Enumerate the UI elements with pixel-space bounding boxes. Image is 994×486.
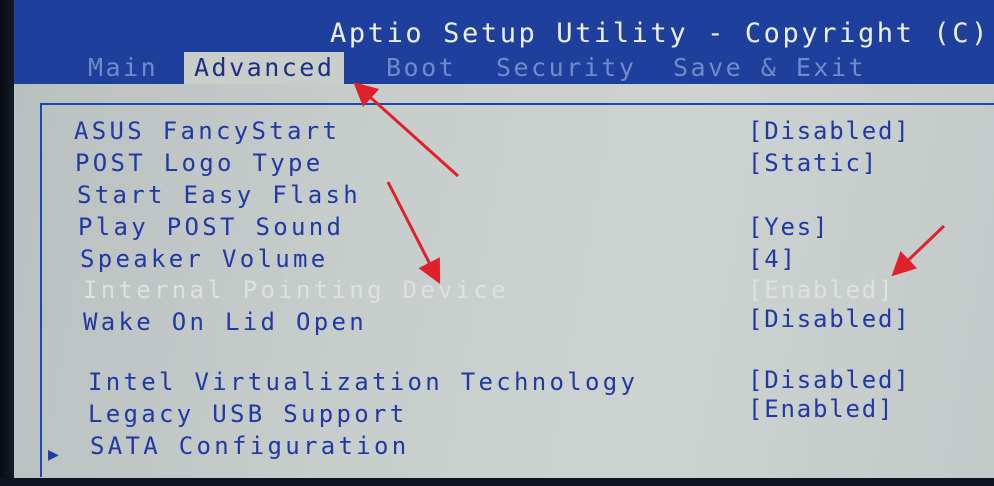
annotation-arrows	[353, 81, 946, 285]
bios-screen: Aptio Setup Utility - Copyright (C) 20 M…	[0, 0, 994, 486]
arrow-to-internal-pointing-device	[386, 181, 441, 285]
arrow-to-advanced-tab	[353, 81, 460, 178]
arrow-to-enabled-value	[891, 224, 946, 277]
